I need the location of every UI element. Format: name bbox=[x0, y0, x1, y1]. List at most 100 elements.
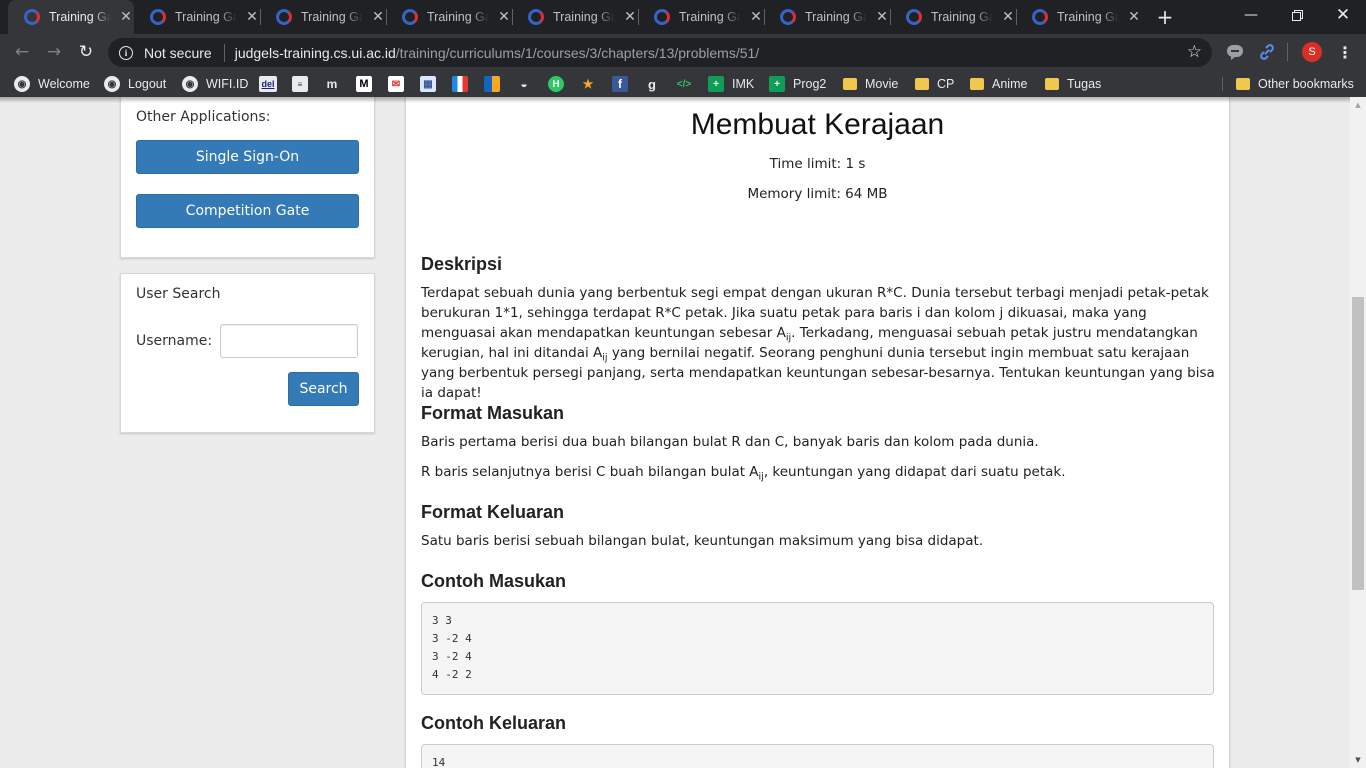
bookmark-star-icon[interactable]: ☆ bbox=[1187, 42, 1202, 62]
vertical-scrollbar[interactable]: ▲ ▼ bbox=[1350, 97, 1366, 768]
close-tab-icon[interactable]: ✕ bbox=[623, 9, 637, 25]
bookmark-shortcut[interactable]: M bbox=[356, 75, 372, 93]
tab-title: Training Gate bbox=[175, 10, 237, 24]
forward-arrow-icon[interactable]: → bbox=[41, 39, 67, 65]
browser-toolbar: ← → ↻ i Not secure judgels-training.cs.u… bbox=[0, 34, 1366, 71]
address-bar[interactable]: i Not secure judgels-training.cs.ui.ac.i… bbox=[108, 38, 1212, 67]
close-tab-icon[interactable]: ✕ bbox=[371, 9, 385, 25]
bookmark-label: IMK bbox=[732, 77, 755, 91]
hackerrank-icon: H bbox=[548, 76, 564, 92]
bookmark-wifi[interactable]: ◉ WIFI.ID bbox=[182, 75, 248, 93]
code-icon: </> bbox=[676, 78, 692, 90]
link-extension-icon[interactable] bbox=[1256, 41, 1278, 63]
bookmark-shortcut[interactable]: f bbox=[612, 75, 628, 93]
bookmark-shortcut[interactable]: H bbox=[548, 75, 564, 93]
back-arrow-icon[interactable]: ← bbox=[9, 39, 35, 65]
bookmark-label: Movie bbox=[865, 77, 899, 91]
bookmark-shortcut[interactable] bbox=[452, 75, 468, 93]
username-input[interactable] bbox=[220, 324, 358, 358]
other-applications-panel: Other Applications: Single Sign-On Compe… bbox=[120, 97, 375, 258]
bookmark-shortcut[interactable]: g bbox=[644, 75, 660, 93]
input-format-heading: Format Masukan bbox=[421, 403, 565, 423]
close-tab-icon[interactable]: ✕ bbox=[749, 9, 763, 25]
training-gate-favicon-icon bbox=[150, 9, 166, 25]
restore-window-icon[interactable] bbox=[1274, 0, 1320, 30]
folder-icon bbox=[843, 78, 857, 90]
bookmark-shortcut[interactable]: ▦ bbox=[420, 75, 436, 93]
close-tab-icon[interactable]: ✕ bbox=[875, 9, 889, 25]
bookmark-label: Other bookmarks bbox=[1258, 77, 1354, 91]
new-tab-plus-icon[interactable]: + bbox=[1154, 5, 1176, 29]
minimize-window-icon[interactable]: — bbox=[1228, 0, 1274, 30]
bookmark-welcome[interactable]: ◉ Welcome bbox=[14, 75, 90, 93]
training-gate-favicon-icon bbox=[276, 9, 292, 25]
bookmark-prog2[interactable]: + Prog2 bbox=[769, 75, 826, 93]
info-icon[interactable]: i bbox=[119, 45, 133, 60]
tab-title: Training Gate bbox=[49, 10, 111, 24]
username-label: Username: bbox=[136, 333, 213, 349]
training-gate-favicon-icon bbox=[1032, 9, 1048, 25]
url-text[interactable]: judgels-training.cs.ui.ac.id/training/cu… bbox=[235, 45, 760, 61]
security-status[interactable]: Not secure bbox=[144, 45, 212, 61]
toolbar-shadow bbox=[0, 97, 1366, 103]
close-tab-icon[interactable]: ✕ bbox=[1001, 9, 1015, 25]
bookmark-label: Welcome bbox=[38, 77, 90, 91]
tab[interactable]: Training Gate ✕ bbox=[260, 0, 386, 34]
goodreads-icon: g bbox=[648, 76, 656, 92]
close-tab-icon[interactable]: ✕ bbox=[245, 9, 259, 25]
problem-title: Membuat Kerajaan bbox=[690, 108, 945, 141]
bookmark-imk[interactable]: + IMK bbox=[708, 75, 754, 93]
tab[interactable]: Training Gate ✕ bbox=[764, 0, 890, 34]
bookmark-shortcut[interactable]: ◒ bbox=[516, 75, 532, 93]
medium-icon: M bbox=[356, 76, 372, 92]
profile-avatar[interactable]: S bbox=[1301, 41, 1323, 63]
close-tab-icon[interactable]: ✕ bbox=[1127, 9, 1141, 25]
url-path: /training/curriculums/1/courses/3/chapte… bbox=[395, 44, 760, 61]
close-tab-icon[interactable]: ✕ bbox=[119, 9, 133, 25]
sample-output-block[interactable]: 14 bbox=[421, 744, 1214, 768]
scrollbar-thumb[interactable] bbox=[1352, 297, 1364, 590]
training-gate-favicon-icon bbox=[906, 9, 922, 25]
bookmark-logout[interactable]: ◉ Logout bbox=[104, 75, 166, 93]
close-window-icon[interactable]: ✕ bbox=[1320, 0, 1366, 30]
bookmark-shortcut[interactable]: m bbox=[324, 75, 340, 93]
tab[interactable]: Training Gate ✕ bbox=[134, 0, 260, 34]
facebook-icon: f bbox=[612, 76, 628, 92]
close-tab-icon[interactable]: ✕ bbox=[497, 9, 511, 25]
scroll-down-arrow-icon[interactable]: ▼ bbox=[1350, 752, 1366, 768]
tab[interactable]: Training Gate ✕ bbox=[512, 0, 638, 34]
tab[interactable]: Training Gate ✕ bbox=[638, 0, 764, 34]
other-bookmarks-folder[interactable]: Other bookmarks bbox=[1236, 75, 1354, 93]
bookmark-folder-cp[interactable]: CP bbox=[915, 75, 954, 93]
profile-initial: S bbox=[1302, 42, 1322, 62]
single-sign-on-button[interactable]: Single Sign-On bbox=[136, 140, 359, 174]
bookmark-shortcut[interactable]: ★ bbox=[580, 75, 596, 93]
bookmark-folder-anime[interactable]: Anime bbox=[970, 75, 1027, 93]
reload-icon[interactable]: ↻ bbox=[73, 39, 99, 65]
bookmark-del[interactable]: del bbox=[259, 75, 277, 93]
globe-icon: ◉ bbox=[182, 76, 198, 92]
bookmark-shortcut[interactable]: ✉ bbox=[388, 75, 404, 93]
scroll-up-arrow-icon[interactable]: ▲ bbox=[1350, 97, 1366, 113]
bookmark-shortcut[interactable]: </> bbox=[676, 75, 692, 93]
tab[interactable]: Training Gate ✕ bbox=[386, 0, 512, 34]
url-host: judgels-training.cs.ui.ac.id bbox=[234, 44, 396, 61]
tab[interactable]: Training Gate ✕ bbox=[890, 0, 1016, 34]
description-heading: Deskripsi bbox=[421, 254, 503, 274]
tab[interactable]: Training Gate ✕ bbox=[1016, 0, 1142, 34]
bookmark-shortcut[interactable]: ≡ bbox=[292, 75, 308, 93]
search-button[interactable]: Search bbox=[288, 372, 359, 406]
competition-gate-button[interactable]: Competition Gate bbox=[136, 194, 359, 228]
tab-active[interactable]: Training Gate ✕ bbox=[8, 0, 134, 34]
training-gate-favicon-icon bbox=[24, 9, 40, 25]
bookmark-folder-movie[interactable]: Movie bbox=[843, 75, 898, 93]
globe-icon: ◉ bbox=[104, 76, 120, 92]
menu-kebab-icon[interactable]: ⋮ bbox=[1334, 41, 1356, 63]
bookmarks-divider bbox=[1222, 77, 1223, 91]
sample-input-block[interactable]: 3 3 3 -2 4 3 -2 4 4 -2 2 bbox=[421, 602, 1214, 695]
memory-limit: Memory limit: 64 MB bbox=[747, 186, 888, 202]
bookmark-folder-tugas[interactable]: Tugas bbox=[1045, 75, 1101, 93]
bookmark-shortcut[interactable] bbox=[484, 75, 500, 93]
chat-extension-icon[interactable] bbox=[1224, 41, 1246, 63]
user-search-title: User Search bbox=[136, 286, 221, 302]
